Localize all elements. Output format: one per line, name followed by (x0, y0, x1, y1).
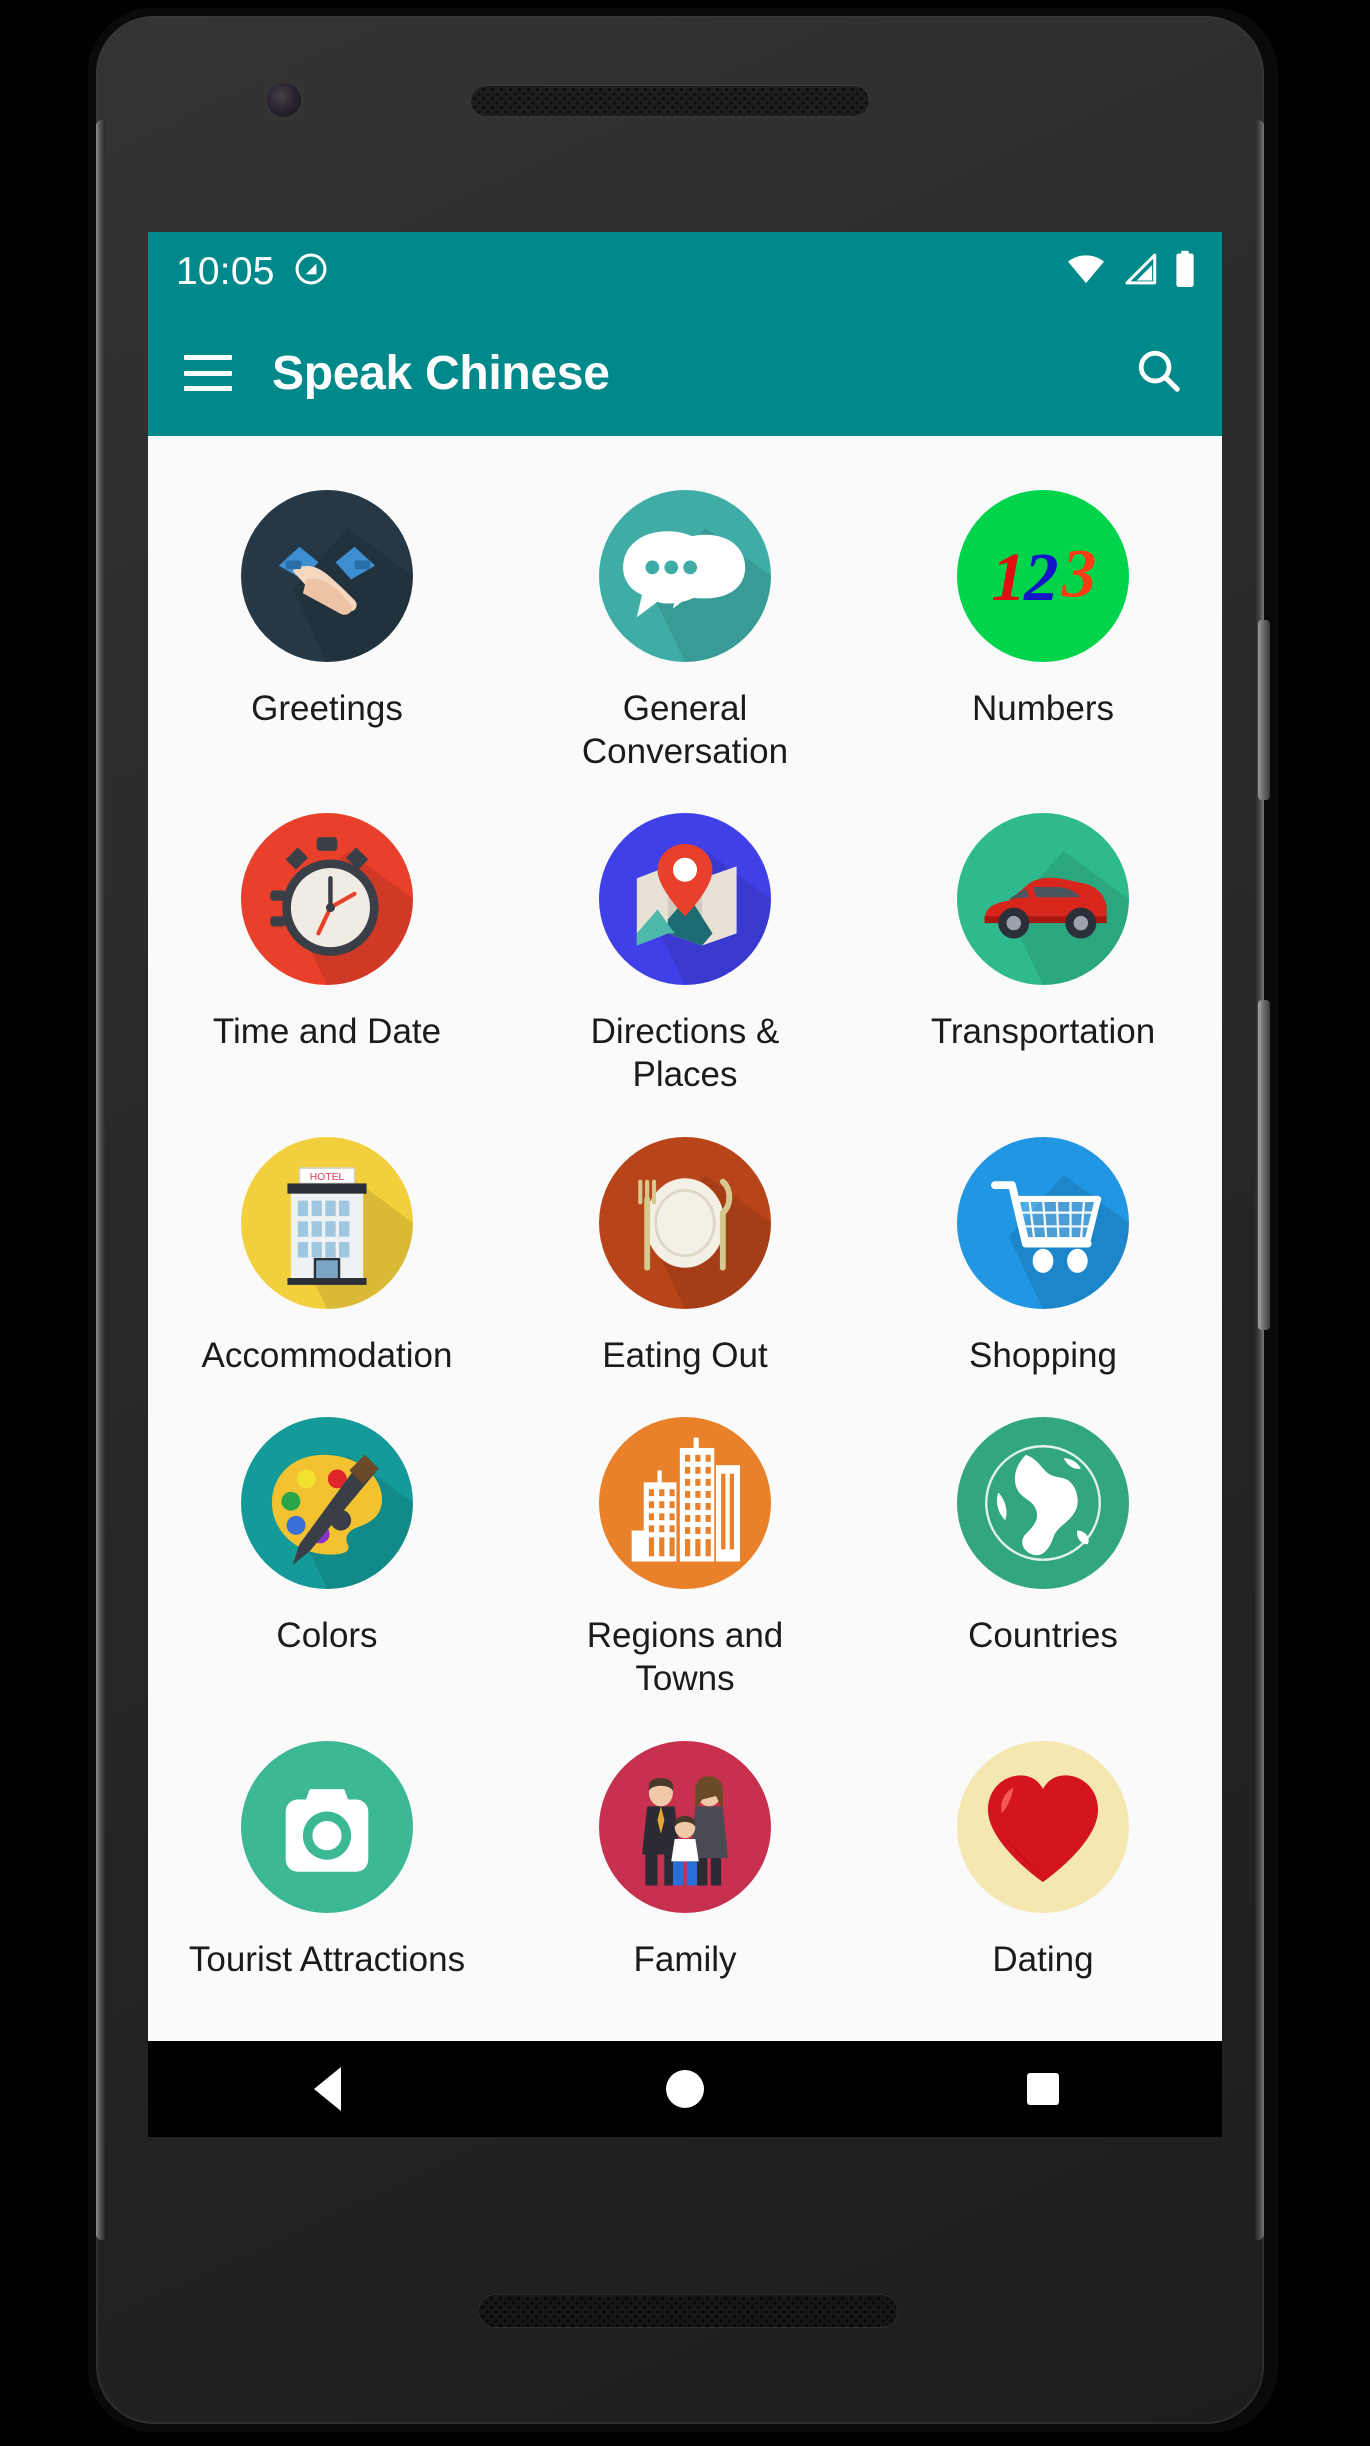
svg-text:3: 3 (1061, 536, 1096, 612)
home-button[interactable] (625, 2041, 745, 2137)
chat-bubbles-icon (599, 490, 771, 662)
heart-icon (957, 1740, 1129, 1913)
category-tile[interactable]: Transportation (864, 795, 1222, 1110)
svg-text:HOTEL: HOTEL (310, 1172, 345, 1183)
category-tile[interactable]: Time and Date (148, 795, 506, 1110)
svg-text:1: 1 (991, 539, 1025, 615)
category-tile-label: Transportation (930, 1012, 1156, 1052)
category-tile[interactable]: Colors (148, 1399, 506, 1714)
home-icon (666, 2070, 704, 2108)
phone-left-edge (96, 120, 105, 2240)
category-tile-label: Accommodation (201, 1335, 453, 1375)
category-tile-label: Dating (992, 1939, 1094, 1979)
hotel-building-icon: HOTEL (241, 1136, 413, 1309)
menu-icon-bar (184, 386, 232, 391)
bottom-speaker (478, 2294, 898, 2328)
volume-rocker[interactable] (1258, 1000, 1270, 1330)
wifi-icon (1066, 252, 1106, 291)
one-two-three-icon: 123 (957, 490, 1129, 662)
family-icon (599, 1740, 771, 1913)
camera-icon (241, 1740, 413, 1913)
app-bar: Speak Chinese (148, 310, 1222, 436)
category-grid: Greetings General Conversation 1 2 3 Numbers T… (148, 436, 1222, 1996)
search-icon (1133, 345, 1185, 402)
category-tile[interactable]: Tourist Attractions (148, 1723, 506, 1996)
android-nav-bar (148, 2041, 1222, 2137)
plate-cutlery-icon (599, 1136, 771, 1309)
menu-icon-bar (184, 355, 232, 360)
category-tile-label: Time and Date (212, 1012, 442, 1052)
status-right-icons (1066, 250, 1196, 293)
back-icon (313, 2067, 341, 2111)
device-stage: 10:05 Speak Chinese Greetings General Co… (0, 0, 1370, 2446)
battery-icon (1174, 250, 1196, 293)
earpiece-speaker (470, 85, 870, 117)
category-tile[interactable]: Regions and Towns (506, 1399, 864, 1714)
map-pin-icon (599, 813, 771, 986)
front-camera (267, 83, 301, 117)
globe-icon (957, 1417, 1129, 1590)
city-buildings-icon (599, 1417, 771, 1590)
category-tile-label: Shopping (969, 1335, 1117, 1375)
category-tile[interactable]: Directions & Places (506, 795, 864, 1110)
category-tile[interactable]: General Conversation (506, 472, 864, 787)
category-tile-label: Family (633, 1939, 737, 1979)
phone-screen: 10:05 Speak Chinese Greetings General Co… (148, 232, 1222, 2137)
stopwatch-icon (241, 813, 413, 986)
category-tile[interactable]: Shopping (864, 1119, 1222, 1392)
do-not-disturb-icon (293, 251, 329, 292)
category-tile[interactable]: 1 2 3 Numbers (864, 472, 1222, 787)
status-left-icons: 10:05 (176, 251, 329, 292)
status-bar: 10:05 (148, 232, 1222, 310)
shopping-cart-icon (957, 1136, 1129, 1309)
category-tile[interactable]: Eating Out (506, 1119, 864, 1392)
page-title: Speak Chinese (272, 346, 610, 400)
category-tile-label: Numbers (972, 689, 1114, 728)
category-tile-label: Colors (276, 1616, 378, 1656)
menu-icon[interactable] (184, 355, 232, 391)
paint-palette-icon (241, 1417, 413, 1590)
status-clock: 10:05 (176, 249, 275, 293)
search-button[interactable] (1130, 344, 1188, 402)
category-tile-label: Tourist Attractions (188, 1939, 466, 1979)
category-tile[interactable]: HOTEL Accommodation (148, 1119, 506, 1392)
category-tile-label: Countries (968, 1616, 1118, 1656)
category-tile-label: Directions & Places (590, 1012, 780, 1095)
category-tile-label: Eating Out (602, 1335, 768, 1375)
svg-text:2: 2 (1023, 539, 1058, 615)
handshake-icon (241, 490, 413, 662)
recents-button[interactable] (983, 2041, 1103, 2137)
power-button[interactable] (1258, 620, 1270, 800)
menu-icon-bar (184, 370, 232, 376)
back-button[interactable] (267, 2041, 387, 2137)
category-tile-label: General Conversation (581, 689, 789, 771)
category-tile[interactable]: Dating (864, 1723, 1222, 1996)
category-tile[interactable]: Family (506, 1723, 864, 1996)
cell-signal-icon (1122, 252, 1158, 291)
category-tile-label: Regions and Towns (586, 1616, 784, 1699)
category-tile[interactable]: Greetings (148, 472, 506, 787)
car-icon (957, 813, 1129, 986)
category-tile-label: Greetings (251, 689, 403, 728)
recents-icon (1027, 2073, 1059, 2105)
category-tile[interactable]: Countries (864, 1399, 1222, 1714)
